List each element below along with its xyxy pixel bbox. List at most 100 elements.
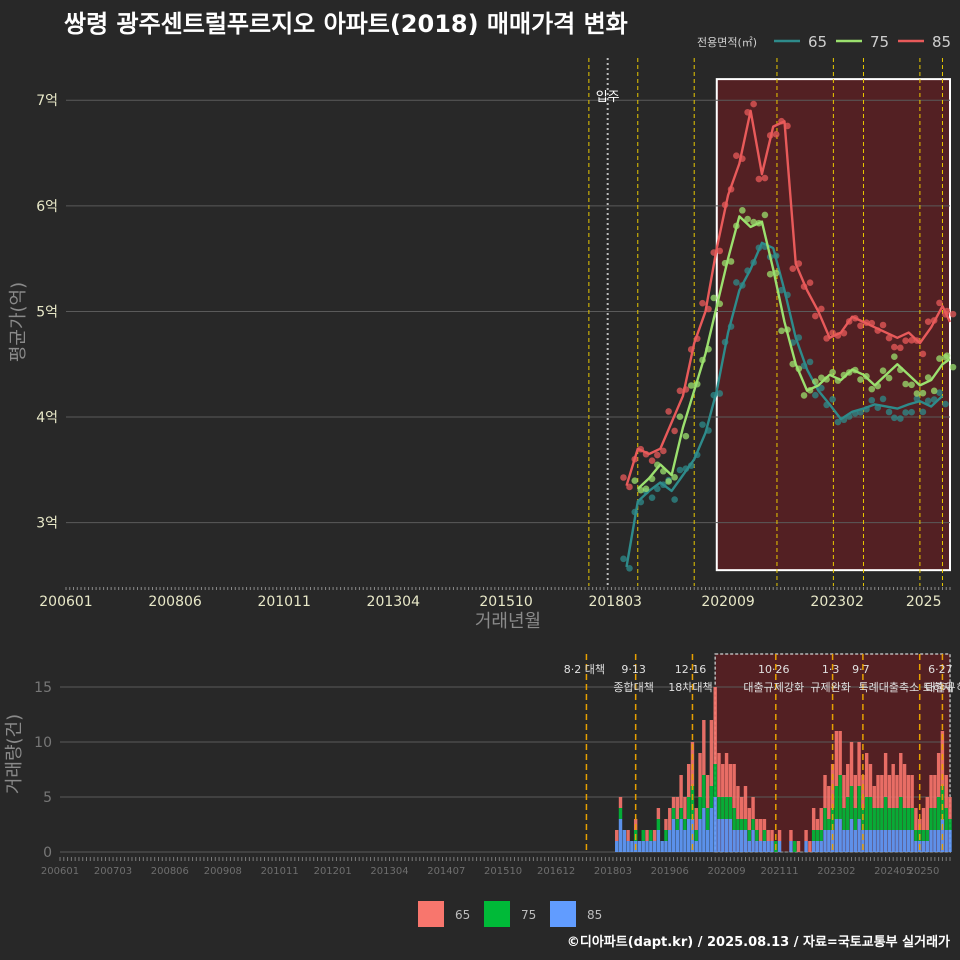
volume-bar-85 (645, 841, 649, 852)
volume-bar-85 (630, 841, 634, 852)
volume-bar-65 (899, 753, 903, 797)
price-point-85 (648, 457, 656, 464)
volume-bar-65 (626, 830, 630, 841)
volume-bar-75 (686, 797, 691, 819)
volume-bar-65 (808, 841, 812, 852)
volume-bar-85 (876, 830, 880, 852)
volume-bar-65 (910, 775, 914, 808)
volume-bar-85 (694, 841, 698, 852)
price-y-tick-label: 5억 (36, 304, 58, 320)
price-point-75 (930, 387, 938, 395)
volume-bar-75 (743, 819, 748, 830)
volume-bar-85 (827, 830, 831, 852)
volume-policy-sublabel: 규제완화 (810, 681, 850, 694)
volume-bar-65 (728, 764, 733, 797)
price-point-75 (710, 294, 718, 302)
volume-bar-65 (751, 797, 755, 819)
volume-bar-65 (929, 775, 933, 808)
volume-bar-85 (846, 830, 850, 852)
volume-bar-85 (895, 830, 899, 852)
volume-x-tick-label: 200806 (151, 866, 189, 877)
volume-bar-75 (641, 830, 645, 841)
volume-bar-65 (823, 775, 827, 808)
volume-bar-65 (895, 775, 899, 808)
volume-bar-85 (921, 841, 926, 852)
volume-bar-85 (683, 830, 687, 852)
price-point-65 (829, 396, 836, 403)
volume-bar-85 (815, 841, 820, 852)
volume-bar-85 (675, 830, 680, 852)
volume-policy-sublabel: 대출규제강화 (743, 681, 804, 694)
price-point-85 (654, 451, 661, 459)
price-point-65 (812, 391, 819, 399)
volume-bar-65 (853, 775, 858, 808)
volume-bar-65 (698, 753, 702, 797)
volume-bar-75 (846, 797, 850, 830)
volume-bar-65 (846, 764, 850, 797)
price-point-75 (761, 211, 769, 219)
volume-bar-85 (910, 830, 914, 852)
price-point-65 (919, 408, 927, 416)
volume-bar-85 (891, 830, 895, 852)
price-point-65 (897, 415, 904, 422)
volume-bar-85 (702, 808, 706, 852)
volume-bar-65 (618, 797, 623, 808)
price-legend-label-85: 85 (932, 33, 951, 51)
volume-policy-label: 9·7 (852, 663, 870, 676)
price-x-tick-label: 201011 (257, 594, 310, 610)
price-point-85 (924, 318, 932, 325)
volume-bar-65 (724, 753, 729, 797)
volume-bar-85 (838, 819, 842, 852)
price-point-85 (902, 337, 909, 344)
volume-bar-65 (936, 753, 941, 797)
price-point-65 (620, 555, 627, 563)
volume-bar-75 (751, 819, 755, 830)
volume-bar-65 (615, 830, 619, 841)
volume-bar-75 (728, 797, 733, 819)
price-legend-title: 전용면적(㎡) (697, 36, 757, 49)
volume-bar-75 (819, 830, 823, 841)
price-x-tick-label: 201304 (367, 594, 421, 610)
volume-bar-85 (713, 797, 717, 852)
volume-bar-65 (732, 764, 736, 808)
volume-bar-85 (698, 819, 702, 852)
volume-bar-65 (883, 753, 888, 797)
volume-bar-75 (910, 808, 914, 830)
volume-bar-65 (679, 775, 683, 808)
volume-bar-75 (880, 808, 884, 830)
volume-bar-85 (948, 830, 952, 852)
volume-policy-sublabel: 18차대책 (668, 681, 712, 694)
volume-bar-65 (777, 830, 782, 841)
price-point-65 (942, 400, 949, 408)
volume-bar-65 (827, 786, 831, 819)
price-y-tick-label: 4억 (36, 410, 58, 426)
volume-bar-75 (618, 808, 623, 819)
volume-bar-85 (864, 830, 869, 852)
volume-bar-75 (755, 830, 759, 841)
volume-policy-label: 12·16 (675, 663, 707, 676)
volume-y-tick-label: 0 (43, 845, 52, 861)
price-point-75 (908, 381, 915, 389)
volume-bar-75 (902, 808, 907, 830)
volume-bar-85 (751, 830, 755, 852)
volume-bar-65 (755, 819, 759, 830)
price-point-85 (671, 427, 678, 435)
price-point-65 (671, 496, 678, 503)
volume-bar-85 (914, 841, 918, 852)
volume-bar-65 (914, 808, 918, 830)
volume-bar-75 (815, 830, 820, 841)
price-point-65 (806, 358, 814, 366)
price-x-tick-label: 201803 (588, 594, 641, 610)
volume-bar-85 (739, 830, 744, 852)
volume-bar-85 (755, 841, 759, 852)
volume-x-tick-label: 202302 (817, 866, 855, 877)
price-point-75 (868, 385, 876, 393)
price-point-85 (919, 350, 927, 358)
volume-bar-85 (777, 841, 782, 852)
volume-bar-65 (736, 786, 740, 819)
price-point-75 (687, 382, 695, 389)
volume-bar-65 (668, 808, 672, 830)
volume-bar-75 (929, 808, 933, 830)
volume-bar-85 (853, 830, 858, 852)
volume-x-tick-label: 201803 (594, 866, 632, 877)
